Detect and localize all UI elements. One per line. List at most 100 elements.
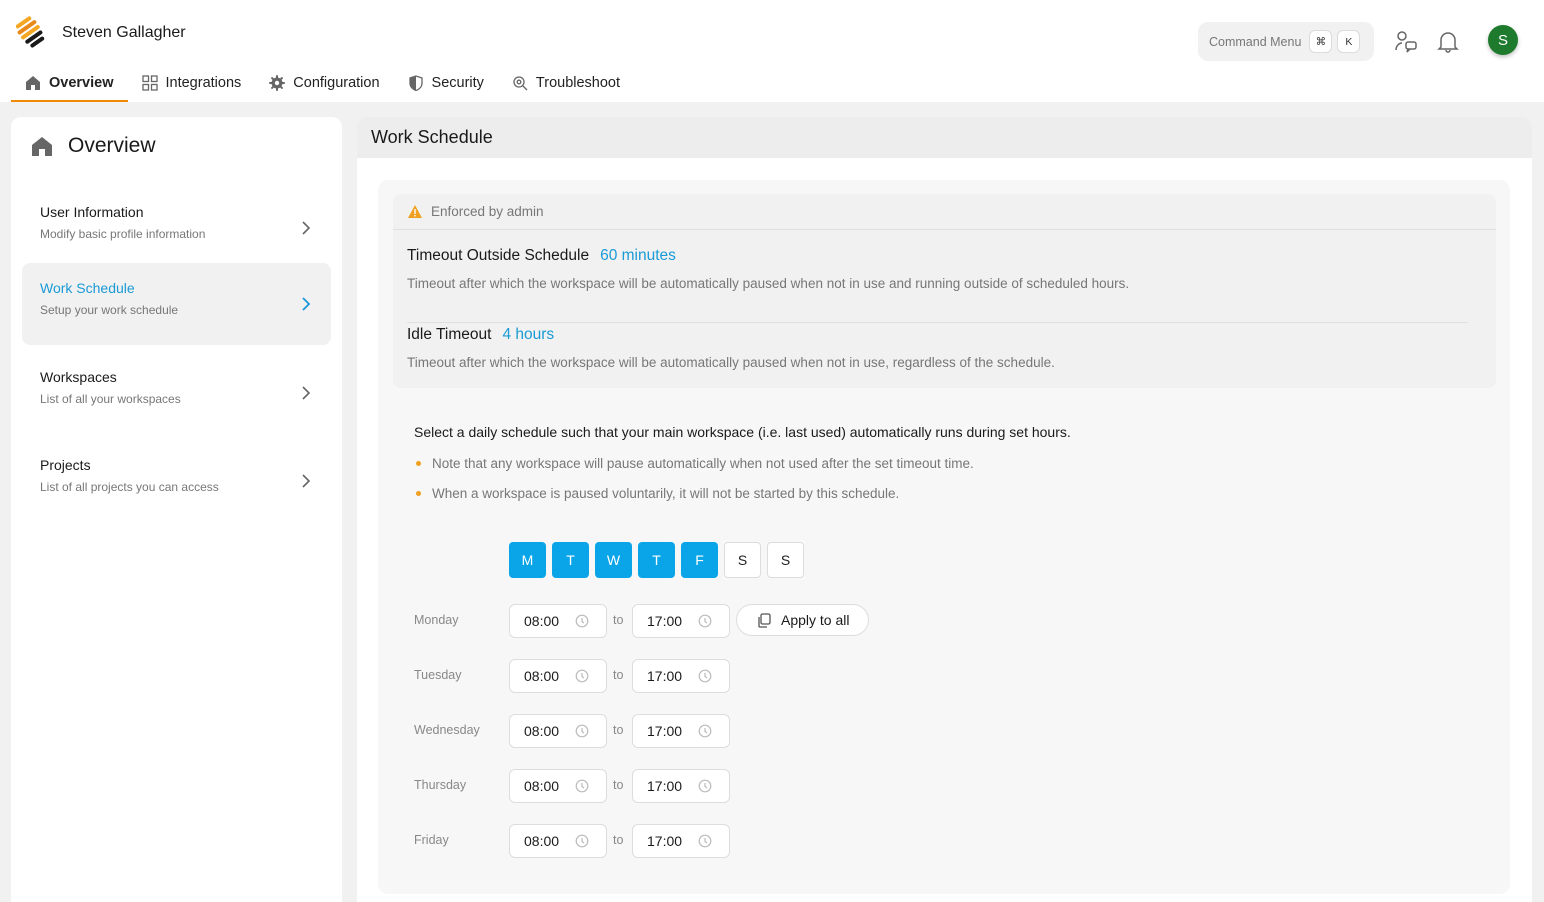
setting-description: Timeout after which the workspace will b… [407,355,1055,370]
setting-value: 4 hours [502,326,555,343]
sidebar-title: Overview [68,134,156,157]
tab-security[interactable]: Security [394,64,498,102]
time-value: 08:00 [524,723,560,739]
tab-label: Integrations [165,75,242,91]
start-time-input[interactable]: 08:00 [509,604,607,638]
to-label: to [613,778,624,792]
time-value: 08:00 [524,668,560,684]
end-time-input[interactable]: 17:00 [632,824,730,858]
schedule-row-thursday: Thursday 08:00 to 17:00 [414,769,1014,803]
schedule-row-friday: Friday 08:00 to 17:00 [414,824,1014,858]
day-toggle-friday[interactable]: F [681,542,718,578]
bullet-dot [416,461,421,466]
support-chat-icon[interactable] [1393,28,1419,54]
sidebar-item-workspaces[interactable]: Workspaces List of all your workspaces [22,352,331,434]
sidebar-item-user-information[interactable]: User Information Modify basic profile in… [22,187,331,269]
clock-icon [575,669,589,683]
gear-icon [269,75,286,91]
schedule-card: Enforced by admin Timeout Outside Schedu… [378,180,1510,894]
sidebar-header: Overview [31,131,156,161]
k-key-badge: K [1337,30,1361,53]
sidebar-item-label: Workspaces [40,369,117,385]
end-time-input[interactable]: 17:00 [632,714,730,748]
start-time-input[interactable]: 08:00 [509,714,607,748]
end-time-input[interactable]: 17:00 [632,604,730,638]
schedule-row-monday: Monday 08:00 to 17:00 Apply to all [414,604,1014,638]
tab-label: Troubleshoot [535,75,621,91]
day-toggle-monday[interactable]: M [509,542,546,578]
start-time-input[interactable]: 08:00 [509,824,607,858]
enforced-label: Enforced by admin [431,204,544,219]
end-time-input[interactable]: 17:00 [632,659,730,693]
tab-troubleshoot[interactable]: Troubleshoot [498,64,634,102]
clock-icon [575,834,589,848]
time-value: 08:00 [524,833,560,849]
day-toggle-saturday[interactable]: S [724,542,761,578]
chevron-right-icon [302,221,311,235]
sidebar-item-work-schedule[interactable]: Work Schedule Setup your work schedule [22,263,331,345]
clock-icon [575,724,589,738]
idle-timeout: Idle Timeout 4 hours Timeout after which … [407,326,1055,370]
day-toggle-thursday[interactable]: T [638,542,675,578]
shield-icon [408,75,424,91]
sidebar-item-subtitle: List of all projects you can access [40,480,219,494]
app-logo [16,16,45,48]
bell-icon[interactable] [1435,28,1461,54]
sidebar-item-subtitle: List of all your workspaces [40,392,181,406]
chevron-right-icon [302,386,311,400]
bullet-dot [416,491,421,496]
time-value: 17:00 [647,778,683,794]
grid-icon [141,75,158,91]
to-label: to [613,613,624,627]
sidebar-item-label: User Information [40,204,144,220]
clock-icon [698,724,712,738]
day-label: Thursday [414,778,467,792]
day-label: Monday [414,613,459,627]
user-name: Steven Gallagher [62,24,186,41]
enforced-settings-panel: Enforced by admin Timeout Outside Schedu… [393,194,1496,388]
sidebar-item-projects[interactable]: Projects List of all projects you can ac… [22,440,331,522]
clock-icon [698,834,712,848]
to-label: to [613,723,624,737]
setting-title: Idle Timeout [407,326,492,343]
schedule-row-tuesday: Tuesday 08:00 to 17:00 [414,659,1014,693]
note-item: When a workspace is paused voluntarily, … [414,486,899,501]
tab-label: Configuration [293,75,380,91]
time-value: 17:00 [647,668,683,684]
user-avatar[interactable]: S [1488,25,1518,55]
copy-icon [758,612,771,628]
setting-title: Timeout Outside Schedule [407,247,590,264]
day-toggle-tuesday[interactable]: T [552,542,589,578]
clock-icon [698,779,712,793]
sidebar-item-subtitle: Modify basic profile information [40,227,206,241]
apply-label: Apply to all [781,612,850,628]
sidebar-item-subtitle: Setup your work schedule [40,303,179,317]
note-item: Note that any workspace will pause autom… [414,456,974,471]
sidebar-item-label: Work Schedule [40,280,135,296]
start-time-input[interactable]: 08:00 [509,769,607,803]
warning-icon [408,205,422,218]
setting-value: 60 minutes [600,247,676,264]
sidebar: Overview User Information Modify basic p… [11,117,342,902]
note-text: Note that any workspace will pause autom… [432,456,974,471]
command-menu-button[interactable]: Command Menu ⌘ K [1198,22,1374,61]
tab-integrations[interactable]: Integrations [128,64,256,102]
day-label: Friday [414,833,449,847]
end-time-input[interactable]: 17:00 [632,769,730,803]
start-time-input[interactable]: 08:00 [509,659,607,693]
clock-icon [698,669,712,683]
day-toggle-wednesday[interactable]: W [595,542,632,578]
top-header: Steven Gallagher Command Menu ⌘ K S Over… [0,0,1544,102]
day-selector: M T W T F S S [509,542,810,578]
apply-to-all-button[interactable]: Apply to all [736,604,869,636]
timeout-outside-schedule: Timeout Outside Schedule 60 minutes Timeo… [407,247,1129,291]
tab-configuration[interactable]: Configuration [255,64,393,102]
tab-overview[interactable]: Overview [11,64,128,102]
time-value: 08:00 [524,613,560,629]
enforced-header: Enforced by admin [393,194,1496,230]
page-title: Work Schedule [357,117,1532,158]
setting-description: Timeout after which the workspace will b… [407,276,1130,291]
day-toggle-sunday[interactable]: S [767,542,804,578]
time-value: 17:00 [647,613,683,629]
time-value: 17:00 [647,723,683,739]
